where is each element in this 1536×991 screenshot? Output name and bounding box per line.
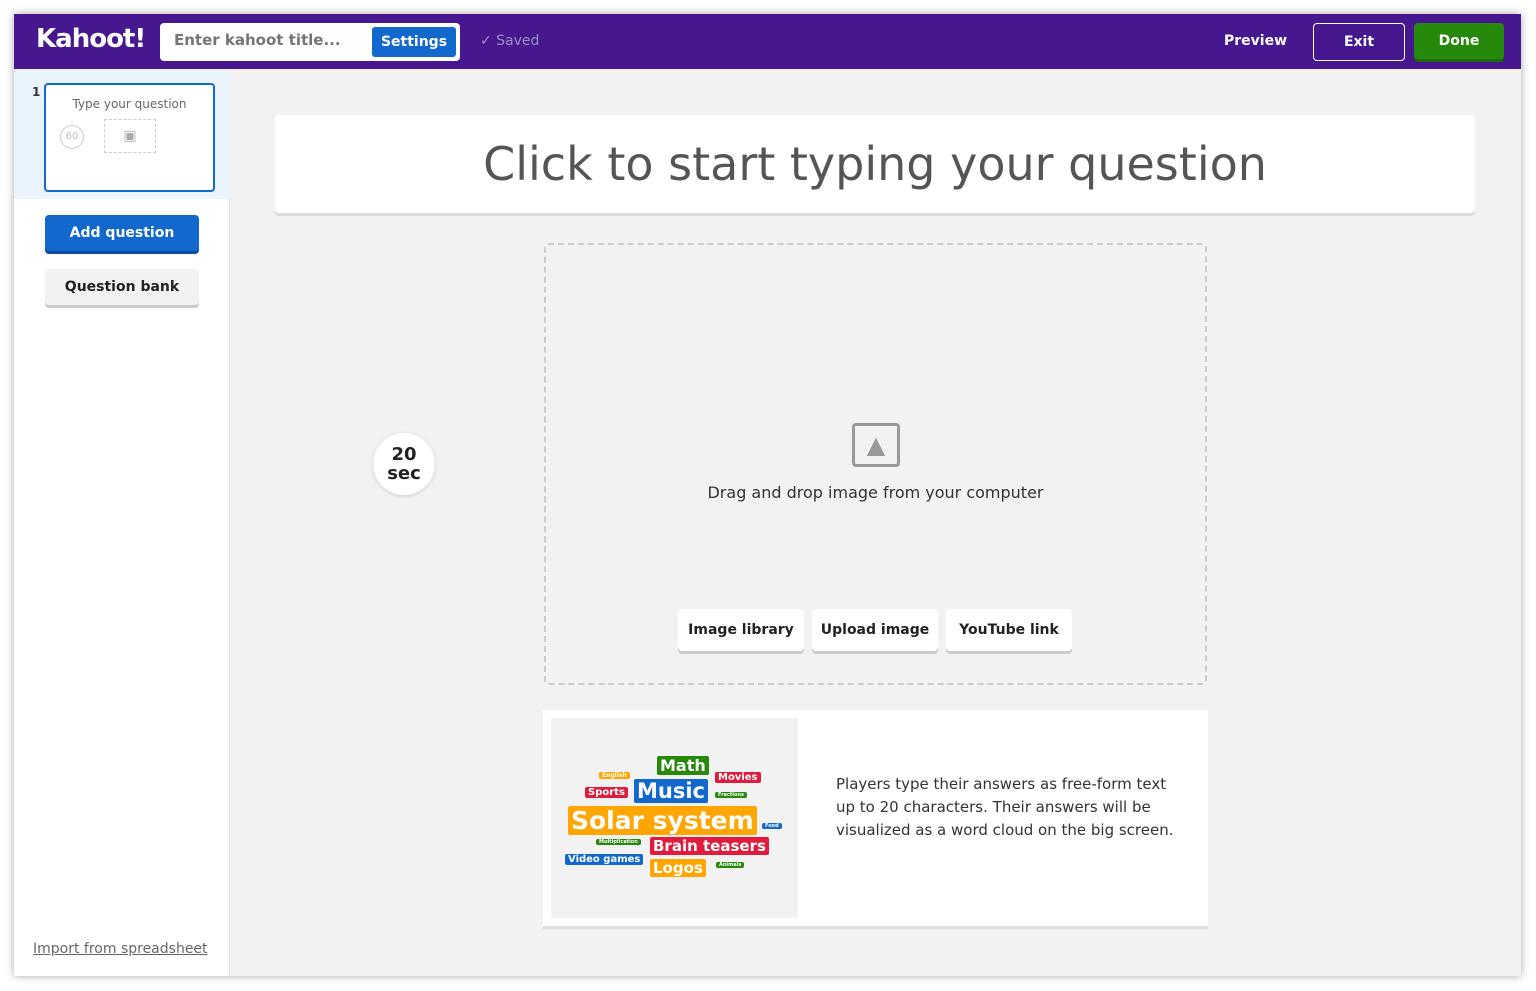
timer-unit: sec <box>387 463 421 484</box>
word: Multiplication <box>596 839 641 845</box>
image-icon: ▲ <box>852 423 900 467</box>
settings-button[interactable]: Settings <box>372 27 456 57</box>
image-icon: ▣ <box>104 119 156 153</box>
title-box: Settings <box>160 23 460 61</box>
add-question-button[interactable]: Add question <box>45 215 199 251</box>
info-description: Players type their answers as free-form … <box>836 775 1174 839</box>
slide-thumbnail[interactable]: Type your question 60 ▣ <box>44 83 215 192</box>
word: Video games <box>565 854 644 865</box>
word: Sports <box>585 787 628 798</box>
word: Brain teasers <box>650 837 769 855</box>
done-button[interactable]: Done <box>1414 23 1504 59</box>
title-input[interactable] <box>174 31 364 49</box>
youtube-link-button[interactable]: YouTube link <box>946 609 1072 651</box>
slide-title: Type your question <box>72 97 187 111</box>
word: English <box>599 772 630 779</box>
word: Food <box>762 823 782 829</box>
word: Movies <box>715 772 761 783</box>
question-type-info: Math English Movies Sports Music Fractio… <box>543 710 1208 926</box>
slide-number: 1 <box>32 85 41 99</box>
word: Solar system <box>568 806 757 835</box>
question-bank-button[interactable]: Question bank <box>45 269 199 305</box>
saved-status: ✓ Saved <box>480 33 540 49</box>
word: Math <box>657 756 709 775</box>
word: Music <box>634 779 708 803</box>
word: Animals <box>716 862 745 868</box>
word: Logos <box>650 859 706 877</box>
exit-button[interactable]: Exit <box>1313 23 1405 61</box>
header: Kahoot! Settings ✓ Saved Preview Exit Do… <box>14 14 1521 69</box>
media-dropzone[interactable]: ▲ Drag and drop image from your computer… <box>544 243 1207 685</box>
word: Fractions <box>715 792 747 798</box>
question-slide-item[interactable]: 1 Type your question 60 ▣ <box>14 69 230 199</box>
time-limit-button[interactable]: 20 sec <box>373 433 435 495</box>
slide-timer: 60 <box>60 125 84 149</box>
preview-button[interactable]: Preview <box>1224 33 1287 49</box>
upload-image-button[interactable]: Upload image <box>812 609 938 651</box>
word-cloud-image: Math English Movies Sports Music Fractio… <box>551 718 798 918</box>
kahoot-logo[interactable]: Kahoot! <box>36 24 146 54</box>
drag-text: Drag and drop image from your computer <box>707 483 1044 502</box>
import-spreadsheet-link[interactable]: Import from spreadsheet <box>33 941 208 957</box>
sidebar: 1 Type your question 60 ▣ Add question Q… <box>14 69 230 976</box>
app-window: Kahoot! Settings ✓ Saved Preview Exit Do… <box>14 14 1521 976</box>
image-library-button[interactable]: Image library <box>678 609 804 651</box>
question-input[interactable]: Click to start typing your question <box>275 115 1475 213</box>
timer-value: 20 <box>391 444 417 465</box>
